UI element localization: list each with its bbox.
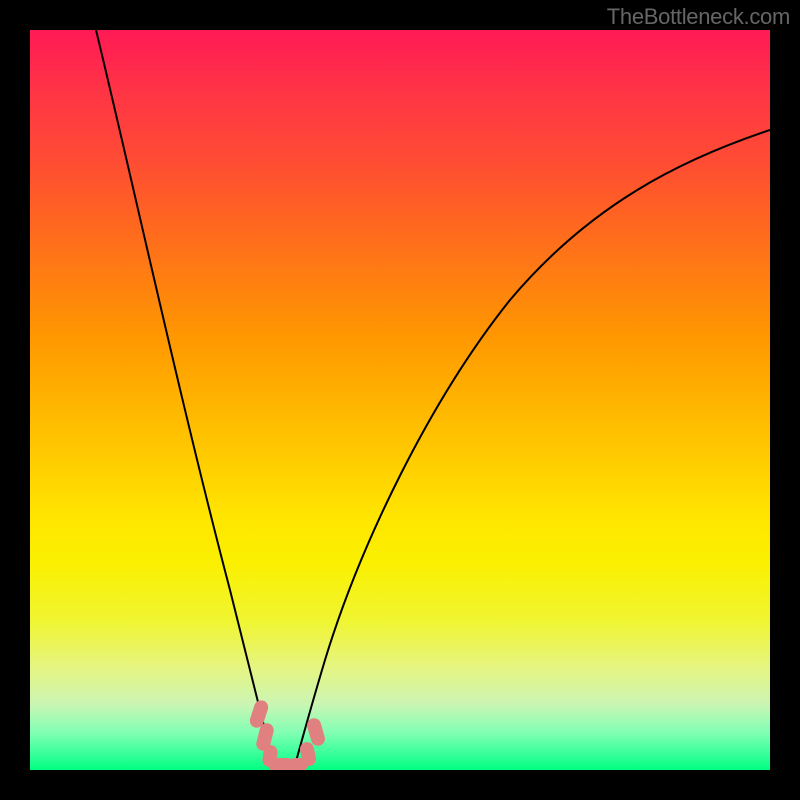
plot-area	[30, 30, 770, 770]
chart-container: TheBottleneck.com	[0, 0, 800, 800]
min-markers	[248, 699, 327, 770]
bottleneck-curve-left	[96, 30, 273, 765]
curve-svg	[30, 30, 770, 770]
bottleneck-curve-right	[295, 130, 770, 765]
watermark-text: TheBottleneck.com	[607, 4, 790, 30]
